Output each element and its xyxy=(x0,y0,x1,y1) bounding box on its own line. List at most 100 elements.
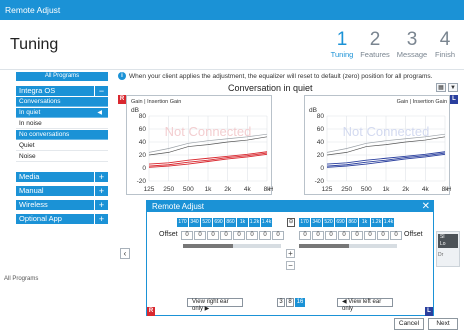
offset-input[interactable]: 0 xyxy=(299,231,311,240)
sidebar-group-optional-app[interactable]: Optional App + xyxy=(16,214,108,224)
offset-input[interactable]: 0 xyxy=(207,231,219,240)
offset-input[interactable]: 0 xyxy=(364,231,376,240)
chart-header-label: Gain | Insertion Gain xyxy=(397,99,447,105)
expand-toggle-icon[interactable]: + xyxy=(94,186,108,196)
step-number: 4 xyxy=(439,29,451,50)
sidebar-item-no-conversations[interactable]: No conversations xyxy=(16,130,108,140)
sidebar-item-quiet[interactable]: Quiet xyxy=(16,141,108,151)
offset-input[interactable]: 0 xyxy=(220,231,232,240)
link-ears-icon[interactable]: ⊝ xyxy=(287,218,295,227)
x-tick-label: 1k xyxy=(205,186,213,193)
side-panel-line: Lo xyxy=(440,241,446,247)
x-tick-label: Hz xyxy=(269,186,273,193)
y-tick-label: 60 xyxy=(139,126,147,133)
step-label: Features xyxy=(360,50,390,59)
graph-view-icon[interactable]: ▦ xyxy=(436,83,446,92)
sidebar-item-in-quiet[interactable]: In quiet ◀ xyxy=(16,108,108,118)
dropdown-arrow-icon[interactable]: ▼ xyxy=(448,83,458,92)
step-tuning[interactable]: 1 Tuning xyxy=(328,29,356,60)
sidebar-item-conversations[interactable]: Conversations xyxy=(16,97,108,107)
y-tick-label: -20 xyxy=(315,178,325,185)
offset-input[interactable]: 0 xyxy=(233,231,245,240)
frequency-label: 520 xyxy=(201,218,213,227)
info-message: i When your client applies the adjustmen… xyxy=(118,72,432,80)
x-tick-label: 125 xyxy=(322,186,333,193)
window-title-bar: Remote Adjust xyxy=(0,0,464,20)
frequency-label: 860 xyxy=(225,218,237,227)
offset-input[interactable]: 0 xyxy=(390,231,402,240)
expand-toggle-icon[interactable]: + xyxy=(94,172,108,182)
offset-input[interactable]: 0 xyxy=(246,231,258,240)
dialog-left-ear-badge: L xyxy=(425,307,433,316)
sidebar-group-wireless[interactable]: Wireless + xyxy=(16,200,108,210)
x-tick-label: 250 xyxy=(341,186,352,193)
program-sidebar: All Programs Integra OS − Conversations … xyxy=(4,70,144,334)
not-connected-overlay: Not Connected xyxy=(343,124,430,139)
sidebar-group-media[interactable]: Media + xyxy=(16,172,108,182)
offset-input[interactable]: 0 xyxy=(338,231,350,240)
frequency-label: 690 xyxy=(213,218,225,227)
group-label: Integra OS xyxy=(19,86,56,95)
prev-arrow-button[interactable]: ‹ xyxy=(120,248,130,259)
frequency-label: 1.4k xyxy=(261,218,273,227)
step-size-3[interactable]: 3 xyxy=(277,298,285,307)
offset-input[interactable]: 0 xyxy=(312,231,324,240)
sidebar-footer-label: All Programs xyxy=(4,276,39,282)
step-number: 1 xyxy=(336,29,348,50)
next-button[interactable]: Next xyxy=(428,318,458,330)
frequency-label: 170 xyxy=(177,218,189,227)
offset-input[interactable]: 0 xyxy=(259,231,271,240)
slider-fill xyxy=(183,244,233,248)
side-panel-preview: Sl Lo Dr xyxy=(436,231,460,267)
step-size-8[interactable]: 8 xyxy=(286,298,294,307)
left-volume-slider[interactable] xyxy=(299,244,397,248)
step-features[interactable]: 2 Features xyxy=(356,30,394,60)
x-tick-label: 125 xyxy=(144,186,155,193)
expand-toggle-icon[interactable]: + xyxy=(94,200,108,210)
y-tick-label: 40 xyxy=(317,139,325,146)
all-programs-button[interactable]: All Programs xyxy=(16,72,108,81)
expand-toggle-icon[interactable]: + xyxy=(94,214,108,224)
info-text: When your client applies the adjustment,… xyxy=(129,72,433,80)
offset-input[interactable]: 0 xyxy=(325,231,337,240)
x-tick-label: Hz xyxy=(447,186,451,193)
y-tick-label: 20 xyxy=(317,152,325,159)
y-tick-label: -20 xyxy=(137,178,147,185)
x-tick-label: 4k xyxy=(244,186,252,193)
left-ear-gain-chart: Gain | Insertion Gain dB 80 60 40 20 0 -20 125 25… xyxy=(304,95,451,195)
page-header: Tuning 1 Tuning 2 Features 3 Message 4 F… xyxy=(0,20,464,70)
offset-input[interactable]: 0 xyxy=(272,231,284,240)
group-label: Wireless xyxy=(19,200,48,209)
step-size-16[interactable]: 16 xyxy=(295,298,305,307)
left-offset-row: 0 0 0 0 0 0 0 0 xyxy=(299,231,403,240)
collapse-toggle-icon[interactable]: − xyxy=(94,86,108,96)
y-tick-label: 0 xyxy=(320,165,324,172)
dialog-right-ear-badge: R xyxy=(147,307,155,316)
view-left-ear-only-button[interactable]: ◀ View left ear only xyxy=(337,298,393,312)
group-label: Media xyxy=(19,172,40,181)
y-tick-label: 20 xyxy=(139,152,147,159)
offset-input[interactable]: 0 xyxy=(181,231,193,240)
sidebar-group-integra-os[interactable]: Integra OS − xyxy=(16,86,108,96)
step-message[interactable]: 3 Message xyxy=(394,30,430,60)
frequency-label: 690 xyxy=(335,218,347,227)
step-finish[interactable]: 4 Finish xyxy=(430,29,460,60)
offset-input[interactable]: 0 xyxy=(377,231,389,240)
sidebar-item-in-noise[interactable]: In noise xyxy=(16,119,108,129)
x-tick-label: 4k xyxy=(422,186,430,193)
y-unit-label: dB xyxy=(131,107,139,114)
right-volume-slider[interactable] xyxy=(183,244,281,248)
left-frequency-header: 170 340 520 690 860 1k 1.2k 1.4k xyxy=(299,218,395,227)
sidebar-item-noise[interactable]: Noise xyxy=(16,152,108,162)
increase-button[interactable]: + xyxy=(286,249,295,258)
close-icon[interactable]: ✕ xyxy=(422,201,430,212)
sidebar-group-manual[interactable]: Manual + xyxy=(16,186,108,196)
view-right-ear-only-button[interactable]: View right ear only ▶ xyxy=(187,298,243,312)
group-label: Manual xyxy=(19,186,44,195)
decrease-button[interactable]: − xyxy=(286,261,295,270)
cancel-button[interactable]: Cancel xyxy=(394,318,424,330)
right-ear-badge: R xyxy=(118,95,126,104)
item-label: Conversations xyxy=(19,98,61,105)
offset-input[interactable]: 0 xyxy=(194,231,206,240)
offset-input[interactable]: 0 xyxy=(351,231,363,240)
